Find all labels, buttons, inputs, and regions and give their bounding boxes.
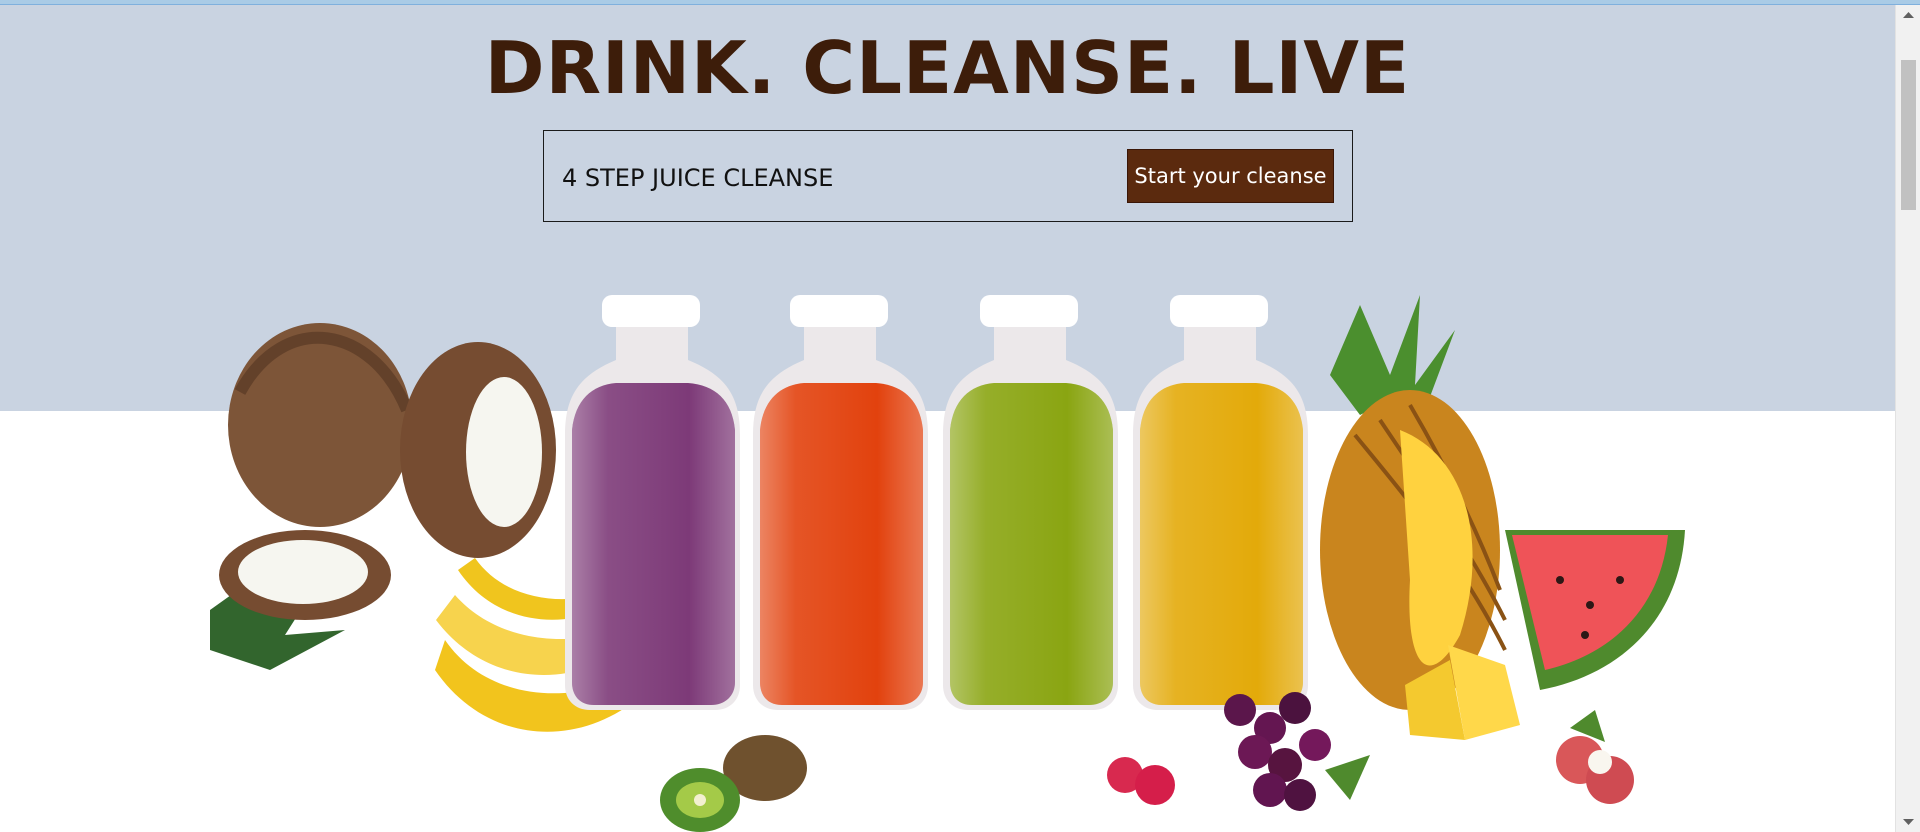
juice-bottles-with-fruit-image — [210, 295, 1685, 832]
orange-juice-bottle — [753, 295, 928, 710]
cleanse-label: 4 STEP JUICE CLEANSE — [562, 164, 834, 192]
purple-juice-bottle — [565, 295, 740, 710]
cleanse-callout: 4 STEP JUICE CLEANSE Start your cleanse — [543, 130, 1353, 222]
lychee-group — [1556, 710, 1634, 804]
kiwi-group — [660, 735, 807, 832]
green-juice-bottle — [943, 295, 1118, 710]
scrollbar-thumb[interactable] — [1901, 60, 1916, 210]
start-cleanse-button[interactable]: Start your cleanse — [1127, 149, 1334, 203]
berries-and-grapes — [1107, 692, 1370, 811]
hero-headline: DRINK. CLEANSE. LIVE — [484, 26, 1411, 110]
page: DRINK. CLEANSE. LIVE 4 STEP JUICE CLEANS… — [0, 0, 1920, 832]
watermelon-slice — [1505, 530, 1685, 690]
chevron-up-icon[interactable] — [1896, 5, 1920, 25]
coconut-group — [210, 323, 556, 670]
vertical-scrollbar[interactable] — [1895, 5, 1920, 832]
pineapple-group — [1320, 295, 1520, 740]
chevron-down-icon[interactable] — [1896, 812, 1920, 832]
juice-bottles — [565, 295, 1308, 710]
yellow-juice-bottle — [1133, 295, 1308, 710]
